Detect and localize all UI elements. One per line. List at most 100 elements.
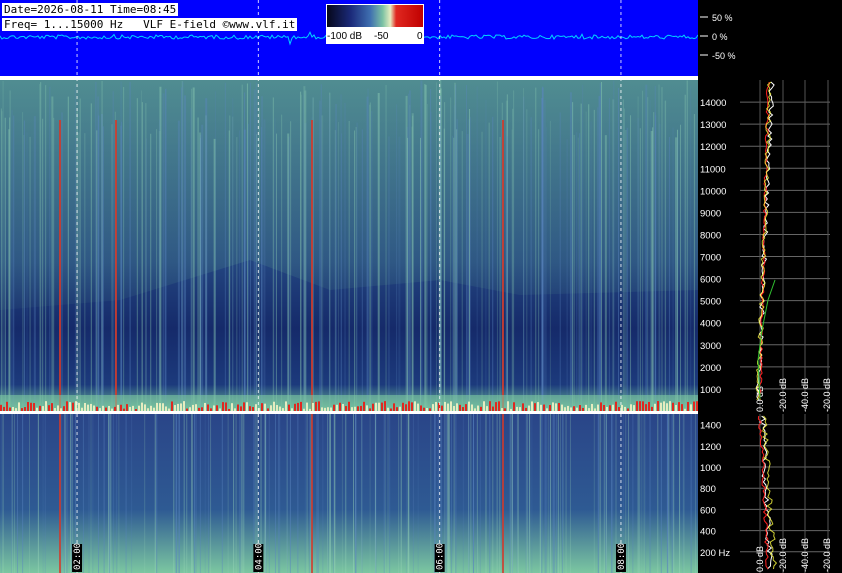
- low-freq-burst: [516, 406, 518, 411]
- low-freq-burst: [447, 403, 449, 411]
- low-freq-burst: [327, 407, 329, 411]
- low-freq-burst: [222, 402, 224, 411]
- low-freq-burst: [489, 401, 491, 411]
- time-label: 02:00: [73, 543, 83, 570]
- freq-tick-label: 400: [700, 527, 716, 538]
- low-freq-burst: [546, 408, 548, 411]
- low-freq-burst: [90, 403, 92, 411]
- low-freq-burst: [360, 405, 362, 411]
- low-freq-burst: [150, 405, 152, 411]
- low-freq-burst: [663, 401, 665, 411]
- low-freq-burst: [126, 404, 128, 411]
- low-freq-burst: [3, 406, 5, 411]
- low-freq-burst: [93, 405, 95, 411]
- low-freq-burst: [105, 407, 107, 411]
- low-freq-burst: [60, 408, 62, 411]
- low-freq-burst: [426, 408, 428, 411]
- low-freq-burst: [624, 406, 626, 411]
- colorbar-gradient-strip: [327, 5, 423, 27]
- low-freq-burst: [225, 402, 227, 411]
- low-freq-burst: [669, 401, 671, 411]
- low-freq-burst: [15, 408, 17, 411]
- low-freq-burst: [525, 407, 527, 411]
- colorbar-tick-mid: -50: [374, 31, 389, 42]
- low-freq-burst: [162, 403, 164, 411]
- low-freq-burst: [54, 408, 56, 411]
- low-freq-burst: [318, 401, 320, 411]
- freq-label: Freq= 1...15000 Hz: [4, 18, 124, 31]
- low-freq-burst: [159, 403, 161, 411]
- low-freq-burst: [588, 408, 590, 411]
- low-freq-burst: [330, 407, 332, 411]
- waveform-tick: 0 %: [712, 32, 728, 42]
- low-freq-burst: [156, 402, 158, 411]
- low-freq-burst: [462, 407, 464, 411]
- low-freq-burst: [144, 404, 146, 411]
- low-freq-burst: [531, 401, 533, 411]
- db-tick-label: -40.0 dB: [800, 378, 810, 412]
- low-freq-burst: [276, 405, 278, 411]
- low-freq-burst: [576, 407, 578, 411]
- low-freq-burst: [174, 405, 176, 411]
- colorbar-box: -100 dB -50 0: [326, 4, 424, 44]
- low-freq-burst: [297, 402, 299, 411]
- low-freq-burst: [378, 402, 380, 411]
- low-freq-burst: [57, 405, 59, 411]
- low-freq-burst: [129, 406, 131, 411]
- low-freq-burst: [231, 403, 233, 411]
- freq-tick-label: 14000: [700, 98, 726, 109]
- low-freq-burst: [558, 402, 560, 411]
- low-freq-burst: [372, 403, 374, 411]
- low-freq-burst: [456, 403, 458, 411]
- low-freq-burst: [600, 402, 602, 411]
- low-freq-burst: [660, 402, 662, 411]
- low-freq-burst: [354, 406, 356, 411]
- low-freq-burst: [81, 407, 83, 411]
- low-freq-burst: [132, 405, 134, 411]
- low-freq-burst: [285, 401, 287, 411]
- low-freq-burst: [9, 407, 11, 411]
- low-freq-burst: [606, 406, 608, 411]
- low-freq-burst: [171, 401, 173, 411]
- low-freq-burst: [288, 404, 290, 411]
- low-freq-burst: [498, 401, 500, 411]
- low-freq-burst: [672, 402, 674, 411]
- low-freq-burst: [573, 406, 575, 411]
- low-freq-burst: [411, 402, 413, 411]
- low-freq-burst: [291, 408, 293, 411]
- low-freq-burst: [213, 405, 215, 411]
- panel-separator: [0, 411, 698, 414]
- low-freq-burst: [423, 407, 425, 411]
- low-freq-burst: [63, 406, 65, 411]
- time-label: Time=08:45: [109, 3, 177, 16]
- low-freq-burst: [495, 402, 497, 411]
- low-freq-burst: [78, 402, 80, 411]
- low-freq-burst: [687, 401, 689, 411]
- low-freq-burst: [261, 403, 263, 411]
- vlf-spectrogram-display: 02:00 04:00 06:00 08:00 50 % 0 % -50 % 1000 200…: [0, 0, 842, 573]
- low-freq-burst: [450, 401, 452, 411]
- time-label: 06:00: [436, 543, 446, 570]
- low-freq-burst: [465, 404, 467, 411]
- low-freq-burst: [483, 401, 485, 411]
- low-freq-burst: [579, 405, 581, 411]
- low-freq-burst: [612, 404, 614, 411]
- low-freq-burst: [375, 402, 377, 411]
- low-freq-burst: [333, 404, 335, 411]
- low-freq-burst: [135, 408, 137, 411]
- bottom-spectrogram-background: [0, 414, 698, 573]
- low-freq-burst: [486, 406, 488, 411]
- low-freq-burst: [564, 407, 566, 411]
- low-freq-burst: [429, 408, 431, 411]
- low-freq-burst: [264, 403, 266, 411]
- low-freq-burst: [351, 407, 353, 411]
- low-freq-burst: [594, 408, 596, 411]
- low-freq-burst: [345, 406, 347, 411]
- low-freq-burst: [591, 403, 593, 411]
- low-freq-burst: [117, 404, 119, 411]
- low-freq-burst: [696, 401, 698, 411]
- low-freq-burst: [348, 401, 350, 411]
- low-freq-burst: [630, 404, 632, 411]
- freq-tick-label: 10000: [700, 186, 726, 197]
- waveform-tick: 50 %: [712, 13, 733, 23]
